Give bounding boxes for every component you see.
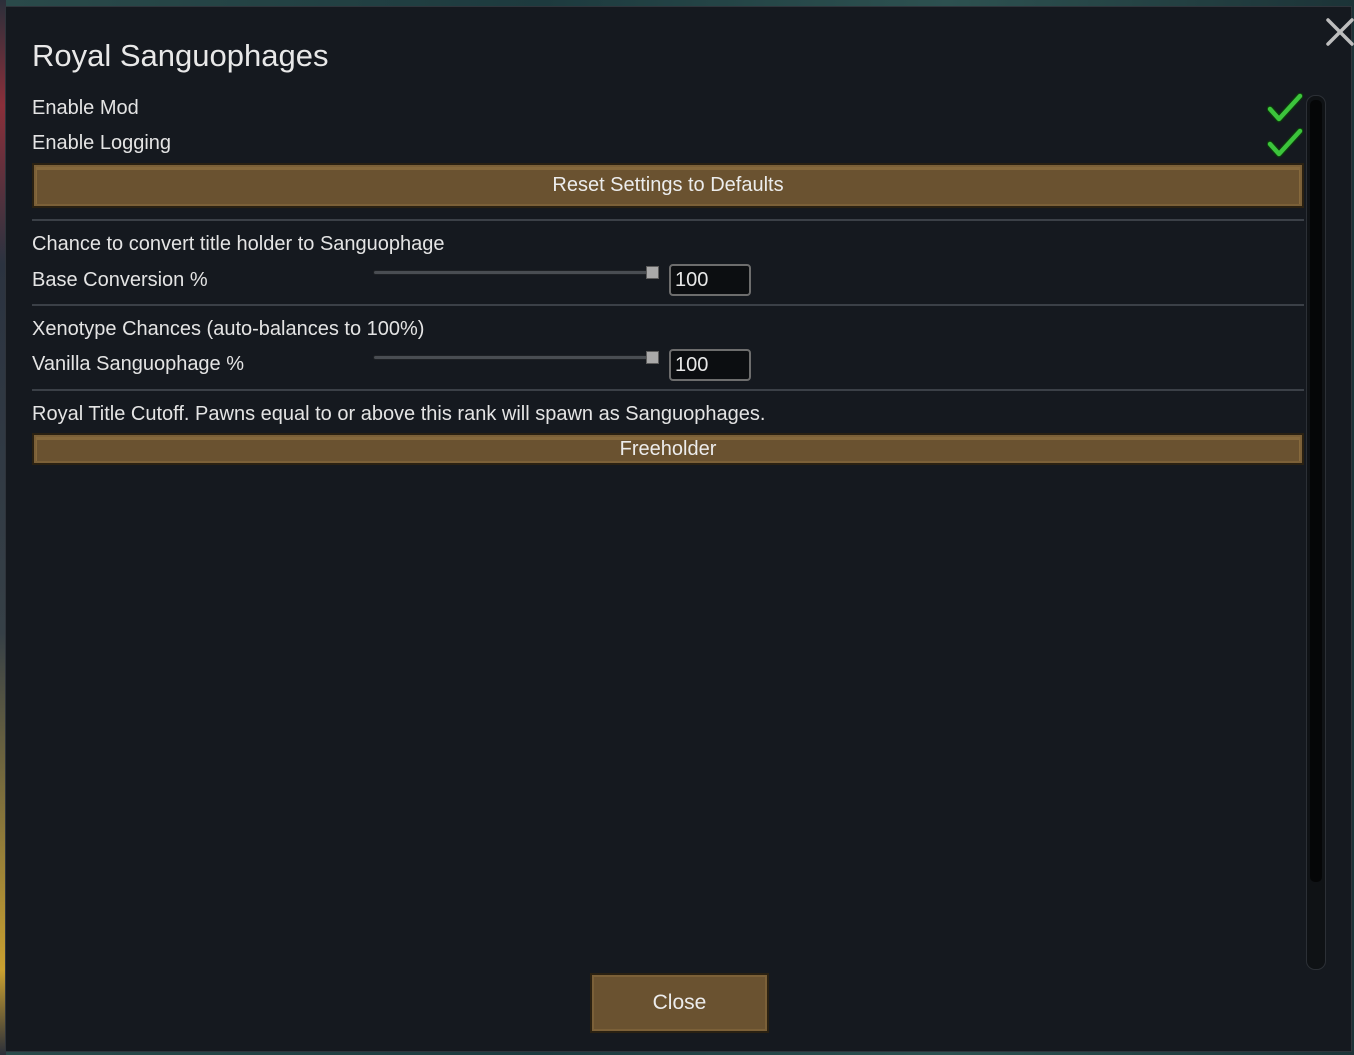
scrollbar[interactable] — [1306, 95, 1326, 970]
divider — [32, 219, 1304, 221]
enable-mod-label: Enable Mod — [32, 97, 139, 119]
base-conversion-label: Base Conversion % — [32, 269, 208, 291]
reset-settings-button[interactable]: Reset Settings to Defaults — [32, 163, 1304, 208]
dialog-title: Royal Sanguophages — [32, 38, 329, 73]
base-conversion-input[interactable]: 100 — [669, 264, 751, 296]
base-conversion-slider-handle[interactable] — [646, 266, 659, 279]
vanilla-sanguophage-slider[interactable] — [373, 355, 658, 360]
xenotype-heading: Xenotype Chances (auto-balances to 100%) — [32, 318, 425, 340]
divider — [32, 304, 1304, 306]
royal-title-heading: Royal Title Cutoff. Pawns equal to or ab… — [32, 403, 766, 425]
enable-mod-checkbox[interactable] — [1266, 92, 1304, 123]
close-button[interactable]: Close — [590, 973, 769, 1033]
mod-settings-dialog: Royal Sanguophages Enable Mod Enable Log… — [5, 6, 1354, 1052]
vanilla-sanguophage-slider-handle[interactable] — [646, 351, 659, 364]
vanilla-sanguophage-label: Vanilla Sanguophage % — [32, 353, 245, 375]
enable-logging-checkbox[interactable] — [1266, 127, 1304, 158]
scrollbar-thumb[interactable] — [1310, 100, 1322, 882]
conversion-heading: Chance to convert title holder to Sanguo… — [32, 233, 445, 255]
enable-logging-label: Enable Logging — [32, 132, 172, 154]
vanilla-sanguophage-input[interactable]: 100 — [669, 349, 751, 381]
close-x-icon[interactable] — [1323, 15, 1354, 49]
royal-title-dropdown[interactable]: Freeholder — [32, 433, 1304, 465]
divider — [32, 389, 1304, 391]
base-conversion-slider[interactable] — [373, 270, 658, 275]
